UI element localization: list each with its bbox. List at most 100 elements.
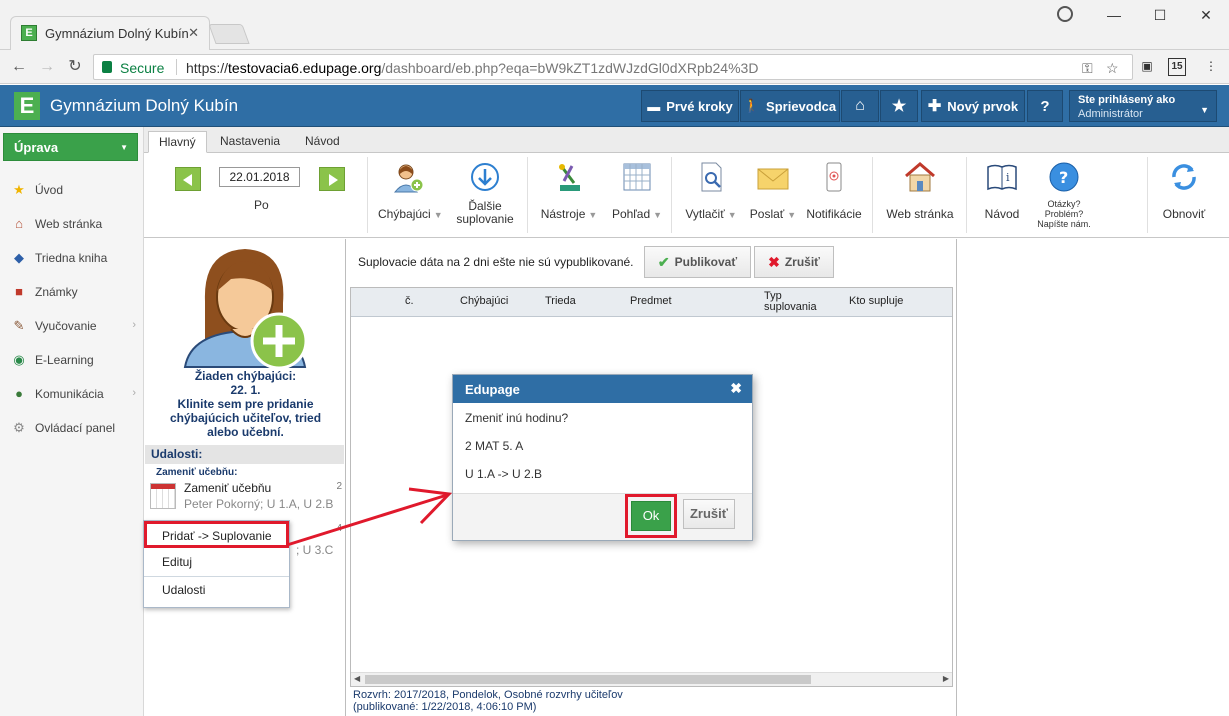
prev-day-button[interactable] bbox=[175, 167, 201, 191]
add-absent-person-icon[interactable] bbox=[183, 241, 311, 369]
edit-dropdown-button[interactable]: Úprava ▼ bbox=[3, 133, 138, 161]
refresh-button[interactable]: Obnoviť bbox=[1160, 161, 1208, 221]
print-preview-icon bbox=[701, 162, 722, 192]
tab-close-icon[interactable]: ✕ bbox=[188, 25, 199, 41]
phone-icon bbox=[826, 162, 842, 192]
lock-icon bbox=[102, 61, 112, 73]
tools-button[interactable]: Nástroje ▼ bbox=[536, 161, 602, 222]
first-steps-button[interactable]: ▬ Prvé kroky bbox=[641, 90, 739, 122]
menu-item-edit[interactable]: Edituj bbox=[144, 549, 289, 576]
svg-text:i: i bbox=[1006, 171, 1010, 184]
table-header: č. Chýbajúci Trieda Predmet Typ suplovan… bbox=[351, 288, 952, 317]
dialog-lesson: 2 MAT 5. A bbox=[465, 439, 524, 453]
reload-icon[interactable]: ↻ bbox=[64, 56, 86, 78]
col-absent[interactable]: Chýbajúci bbox=[460, 296, 508, 307]
tab-main[interactable]: Hlavný bbox=[148, 131, 207, 153]
check-icon: ✔ bbox=[657, 253, 670, 270]
browser-tab[interactable]: E Gymnázium Dolný Kubín ✕ bbox=[10, 16, 210, 50]
publish-button[interactable]: ✔ Publikovať bbox=[644, 246, 751, 278]
timetable-info: Rozvrh: 2017/2018, Pondelok, Osobné rozv… bbox=[353, 689, 623, 713]
sidebar-item-elearning[interactable]: ◉ E-Learning bbox=[0, 343, 144, 377]
sidebar-item-control-panel[interactable]: ⚙ Ovládací panel bbox=[0, 411, 144, 445]
user-menu[interactable]: Ste prihlásený ako Administrátor ▼ bbox=[1069, 90, 1217, 122]
grade-icon: ■ bbox=[15, 284, 23, 299]
url-input[interactable]: Secure https://testovacia6.edupage.org/d… bbox=[93, 54, 1133, 80]
question-icon: ? bbox=[1049, 162, 1079, 192]
sidebar-item-teaching[interactable]: ✎ Vyučovanie › bbox=[0, 309, 144, 343]
print-button[interactable]: Vytlačiť ▼ bbox=[680, 161, 742, 222]
annotation-arrow-icon bbox=[286, 487, 453, 547]
ok-button[interactable]: Ok bbox=[631, 501, 671, 531]
sidebar-item-communication[interactable]: ● Komunikácia › bbox=[0, 377, 144, 411]
scroll-right-icon[interactable]: ▶ bbox=[943, 674, 949, 683]
more-substitutions-button[interactable]: Ďalšie suplovanie bbox=[450, 161, 520, 226]
horizontal-scrollbar[interactable]: ◀ ▶ bbox=[351, 672, 952, 686]
menu-item-events[interactable]: Udalosti bbox=[144, 577, 289, 604]
house-icon bbox=[905, 162, 935, 192]
next-day-button[interactable] bbox=[319, 167, 345, 191]
date-input[interactable]: 22.01.2018 bbox=[219, 167, 300, 187]
extension-badge[interactable]: 15 bbox=[1168, 58, 1186, 76]
add-person-icon bbox=[393, 164, 424, 193]
sidebar-item-uvod[interactable]: ★ Úvod bbox=[0, 173, 144, 207]
app-header: E Gymnázium Dolný Kubín ▬ Prvé kroky 🚶 Spr… bbox=[0, 85, 1229, 127]
dialog-footer: Ok Zrušiť bbox=[453, 493, 752, 540]
window-close-icon[interactable]: ✕ bbox=[1183, 0, 1229, 30]
secure-label: Secure bbox=[120, 60, 165, 76]
sidebar-item-grades[interactable]: ■ Známky bbox=[0, 275, 144, 309]
new-tab-button[interactable] bbox=[208, 24, 250, 44]
home-button[interactable]: ⌂ bbox=[841, 90, 879, 122]
scroll-left-icon[interactable]: ◀ bbox=[354, 674, 360, 683]
star-icon: ★ bbox=[891, 98, 907, 115]
col-substitute[interactable]: Kto supluje bbox=[849, 296, 903, 307]
notifications-button[interactable]: Notifikácie bbox=[802, 161, 866, 221]
new-item-button[interactable]: ✚ Nový prvok bbox=[921, 90, 1025, 122]
refresh-icon bbox=[1172, 164, 1196, 190]
menu-dots-icon[interactable]: ⋮ bbox=[1200, 56, 1222, 78]
edupage-logo-icon[interactable]: E bbox=[14, 92, 40, 120]
tab-guide[interactable]: Návod bbox=[295, 131, 350, 153]
sidebar-item-class-book[interactable]: ◆ Triedna kniha bbox=[0, 241, 144, 275]
cancel-publish-button[interactable]: ✖ Zrušiť bbox=[754, 246, 834, 278]
dialog-close-icon[interactable]: ✖ bbox=[730, 380, 742, 397]
sidebar-item-web[interactable]: ⌂ Web stránka bbox=[0, 207, 144, 241]
help-button[interactable]: ? bbox=[1027, 90, 1063, 122]
send-button[interactable]: Poslať ▼ bbox=[744, 161, 802, 222]
manual-button[interactable]: i Návod bbox=[978, 161, 1026, 221]
scrollbar-thumb[interactable] bbox=[365, 675, 811, 684]
tab-settings[interactable]: Nastavenia bbox=[210, 131, 290, 153]
house-icon: ⌂ bbox=[15, 216, 23, 231]
col-class[interactable]: Trieda bbox=[545, 296, 576, 307]
no-absent-message[interactable]: Žiaden chýbajúci: 22. 1. Klinite sem pre… bbox=[145, 369, 346, 439]
minimize-icon[interactable]: — bbox=[1091, 0, 1137, 30]
dropdown-arrow-icon: ▼ bbox=[787, 210, 797, 220]
profile-icon[interactable] bbox=[1057, 6, 1073, 22]
address-bar: ← → ↻ Secure https://testovacia6.edupage… bbox=[0, 50, 1229, 84]
globe-icon: ◉ bbox=[13, 352, 25, 367]
chalkboard-icon: ▬ bbox=[647, 98, 661, 114]
favorites-button[interactable]: ★ bbox=[880, 90, 918, 122]
bookmark-star-icon[interactable]: ☆ bbox=[1106, 60, 1119, 77]
caret-down-icon: ▼ bbox=[1200, 105, 1209, 115]
cast-icon[interactable]: ▣ bbox=[1136, 56, 1158, 78]
view-button[interactable]: Pohľad ▼ bbox=[604, 161, 670, 222]
col-number[interactable]: č. bbox=[405, 296, 414, 307]
url-text: https://testovacia6.edupage.org/dashboar… bbox=[186, 60, 759, 76]
web-page-button[interactable]: Web stránka bbox=[882, 161, 958, 221]
back-icon[interactable]: ← bbox=[8, 56, 30, 78]
col-subject[interactable]: Predmet bbox=[630, 296, 672, 307]
school-title[interactable]: Gymnázium Dolný Kubín bbox=[50, 96, 238, 116]
dialog-header: Edupage ✖ bbox=[453, 375, 752, 403]
guide-button[interactable]: 🚶 Sprievodca bbox=[740, 90, 840, 122]
maximize-icon[interactable]: ☐ bbox=[1137, 0, 1183, 30]
favicon-icon: E bbox=[21, 25, 37, 41]
dropdown-arrow-icon: ▼ bbox=[653, 210, 663, 220]
dialog-title: Edupage bbox=[465, 382, 520, 397]
key-icon[interactable]: ⚿ bbox=[1082, 60, 1093, 77]
absent-button[interactable]: Chýbajúci ▼ bbox=[378, 161, 443, 222]
forward-icon[interactable]: → bbox=[36, 56, 58, 78]
dialog-cancel-button[interactable]: Zrušiť bbox=[683, 499, 735, 529]
menu-item-add-substitution[interactable]: Pridať -> Suplovanie bbox=[144, 521, 289, 548]
col-type[interactable]: Typ suplovania bbox=[764, 291, 817, 313]
help-questions-button[interactable]: ? Otázky? Problém? Napíšte nám. bbox=[1030, 161, 1098, 229]
